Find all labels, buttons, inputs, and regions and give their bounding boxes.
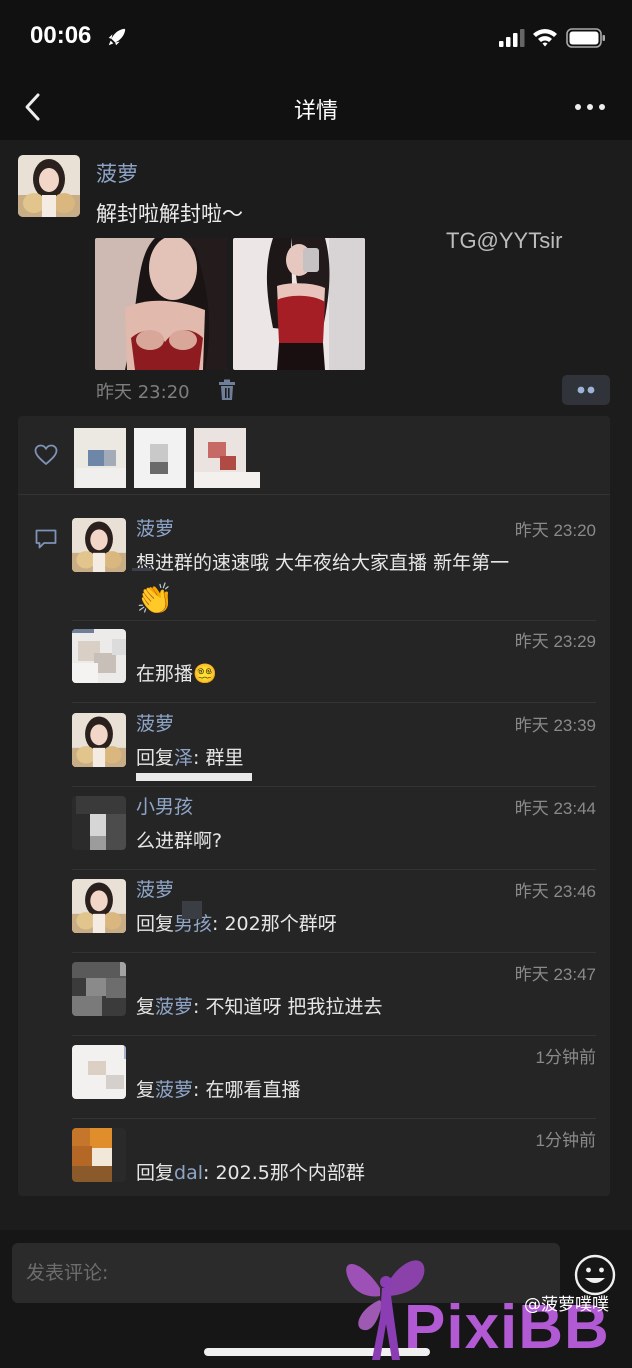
divider [72,869,596,870]
reply-target: 菠萝 [155,1079,194,1101]
commenter-avatar[interactable] [72,879,126,933]
commenter-avatar[interactable] [72,1128,126,1182]
dots-icon [577,386,595,394]
comment-time: 昨天 23:47 [514,965,596,984]
divider [72,620,596,621]
emoji: 😵‍💫 [193,663,217,685]
comment-text: 复菠萝: 在哪看直播 [136,1079,301,1101]
delete-icon[interactable] [217,379,237,401]
post-photo[interactable] [233,238,365,370]
divider [18,494,610,495]
comment-time: 昨天 23:46 [514,882,596,901]
reply-target: 泽 [174,747,194,769]
commenter-name[interactable]: 小男孩 [136,792,193,819]
author-name[interactable]: 菠萝 [96,158,138,188]
comment-text: 回复男孩: 202那个群呀 [136,913,337,935]
comment-text: 回复dal: 202.5那个内部群 [136,1162,365,1184]
comment-time: 昨天 23:39 [514,716,596,735]
page-title: 详情 [293,99,338,124]
commenter-name[interactable]: 菠萝 [136,875,174,902]
wifi-icon [533,29,557,47]
status-time: 00:06 [30,22,92,49]
mosaic [136,773,252,781]
comment-text: 回复泽: 群里 [136,747,244,769]
more-options-button[interactable] [570,96,610,118]
commenter-avatar[interactable] [72,1045,126,1099]
commenter-avatar[interactable] [72,796,126,850]
handle-watermark: @菠萝噗噗 [524,1295,609,1315]
interaction-panel: 菠萝 昨天 23:20 想进群的速速哦 大年夜给大家直播 新年第一 👏 昨天 2… [18,416,610,1196]
battery-icon [566,28,605,48]
mosaic [182,901,202,919]
post-photo[interactable] [95,238,227,370]
tg-watermark: TG@YYTsir [446,228,563,253]
comment-icon [35,529,57,549]
commenter-avatar[interactable] [72,962,126,1016]
comment-text: 在那播😵‍💫 [136,663,217,685]
reply-target: 菠萝 [155,996,194,1018]
signal-icon [499,29,525,47]
clap-emoji: 👏 [136,582,174,617]
comment-text: 想进群的速速哦 大年夜给大家直播 新年第一 [136,552,510,574]
author-avatar[interactable] [18,155,80,217]
comment-time: 1分钟前 [535,1131,596,1150]
divider [72,702,596,703]
nav-bar: 详情 [0,76,632,140]
divider [72,952,596,953]
commenter-avatar[interactable] [72,629,126,683]
heart-icon [34,444,58,466]
divider [72,1035,596,1036]
reply-target: dal [174,1162,203,1184]
divider [72,1118,596,1119]
comment-time: 昨天 23:29 [514,632,596,651]
status-bar: 00:06 [0,0,632,76]
divider [72,786,596,787]
likes-avatars[interactable] [74,428,274,488]
comment-text: 么进群啊? [136,830,223,852]
commenter-avatar[interactable] [72,713,126,767]
like-comment-menu-button[interactable] [562,375,610,405]
post-text: 解封啦解封啦～ [96,202,243,226]
commenter-avatar[interactable] [72,518,126,572]
rocket-icon [108,28,126,46]
comment-time: 昨天 23:20 [514,521,596,540]
post-time: 昨天 23:20 [96,382,190,403]
comment-text: 复菠萝: 不知道呀 把我拉进去 [136,996,383,1018]
comment-time: 1分钟前 [535,1048,596,1067]
comment-time: 昨天 23:44 [514,799,596,818]
commenter-name[interactable]: 菠萝 [136,709,174,736]
mosaic [132,568,152,571]
commenter-name[interactable]: 菠萝 [136,514,174,541]
